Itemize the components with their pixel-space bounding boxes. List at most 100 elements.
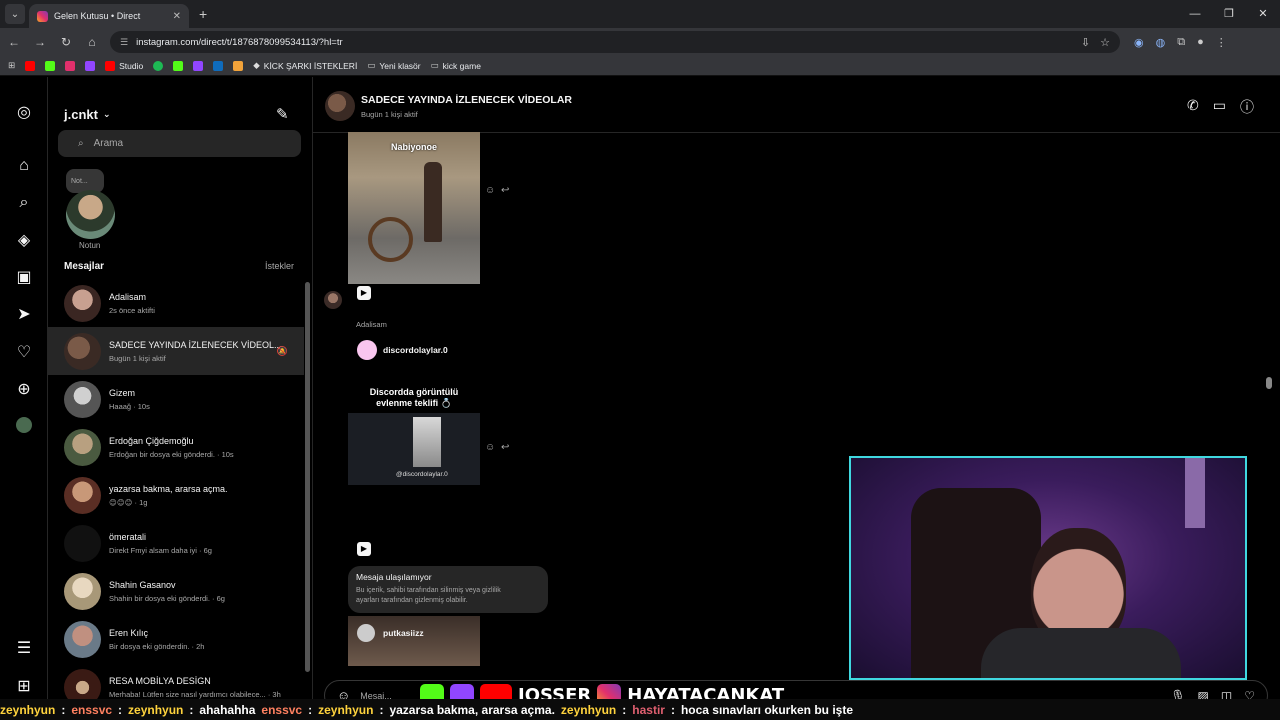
kick-bookmark-icon-2[interactable] (173, 60, 184, 71)
instagram-logo-icon[interactable]: ◎ (14, 103, 34, 123)
messages-icon[interactable]: ➤ (14, 305, 34, 325)
reply-icon[interactable]: ↩ (501, 185, 509, 196)
close-window-button[interactable]: ✕ (1246, 0, 1280, 28)
home-icon[interactable]: ⌂ (80, 35, 104, 49)
bookmark-studio[interactable]: Studio (105, 60, 143, 71)
my-note-avatar[interactable] (66, 190, 115, 239)
profile-avatar-icon[interactable] (16, 417, 32, 433)
chat-scrollbar[interactable] (1266, 377, 1272, 389)
also-from-meta-icon[interactable]: ⊞ (14, 677, 34, 697)
shared-reel-media[interactable]: Nabiyonoe (348, 132, 480, 284)
search-placeholder: Arama (93, 138, 124, 149)
new-tab-button[interactable]: + (199, 6, 207, 22)
thread-item[interactable]: Eren Kılıç Bir dosya eki gönderdin. · 2h (48, 615, 304, 663)
stream-chat-ticker: zeynhyun: enssvc: zeynhyun: ahahahha ens… (0, 699, 1280, 720)
thread-item[interactable]: Gizem Haaağ · 10s (48, 375, 304, 423)
forward-icon[interactable]: → (28, 35, 52, 49)
browser-tab[interactable]: Gelen Kutusu • Direct ✕ (29, 4, 189, 28)
spotify-bookmark-icon[interactable] (153, 60, 164, 71)
audio-call-icon[interactable]: ✆ (1187, 97, 1199, 117)
ticker-message: ahahahha (199, 702, 256, 717)
thread-name: Shahin Gasanov (109, 579, 176, 590)
extension-icon[interactable]: ◍ (1156, 36, 1166, 49)
chat-header: SADECE YAYINDA İZLENECEK VİDEOLAR Bugün … (313, 77, 1280, 133)
username: j.cnkt (64, 107, 98, 122)
profile-icon[interactable]: ● (1197, 36, 1204, 49)
muted-bell-icon: 🔕 (276, 345, 288, 356)
thread-subtitle: Bir dosya eki gönderdin. · 2h (109, 641, 205, 651)
apps-grid-icon[interactable]: ⊞ (8, 60, 15, 71)
reels-icon[interactable]: ▣ (14, 268, 34, 288)
group-avatar[interactable] (325, 91, 355, 121)
install-app-icon[interactable]: ⇩ (1081, 36, 1090, 49)
shared-account-avatar[interactable] (357, 340, 377, 360)
thread-item[interactable]: Adalisam 2s önce aktifti (48, 279, 304, 327)
react-emoji-icon[interactable]: ☺ (485, 442, 495, 453)
reload-icon[interactable]: ↻ (54, 35, 78, 49)
maximize-button[interactable]: ❐ (1212, 0, 1246, 28)
background-light (1185, 458, 1205, 528)
conversation-info-icon[interactable]: ⓘ (1240, 97, 1254, 117)
close-tab-icon[interactable]: ✕ (173, 11, 181, 22)
react-emoji-icon[interactable]: ☺ (485, 185, 495, 196)
menu-icon[interactable]: ⋮ (1216, 36, 1227, 49)
more-menu-icon[interactable]: ☰ (14, 639, 34, 659)
url-bar[interactable]: ☰ instagram.com/direct/t/187687809953411… (110, 31, 1120, 53)
bookmark-star-icon[interactable]: ☆ (1100, 36, 1110, 49)
shared-post-media[interactable]: putkasiizz (348, 616, 480, 666)
thread-subtitle: Haaağ · 10s (109, 401, 150, 411)
thread-item[interactable]: yazarsa bakma, ararsa açma. 😊😊😊 · 1g (48, 471, 304, 519)
bookmark-yeni-klasor[interactable]: ▭ Yeni klasör (367, 60, 420, 71)
requests-link[interactable]: İstekler (265, 261, 294, 271)
reel-thumbnail-figure (424, 162, 442, 242)
thread-item[interactable]: Erdoğan Çiğdemoğlu Erdoğan bir dosya eki … (48, 423, 304, 471)
minimize-button[interactable]: — (1178, 0, 1212, 28)
instagram-bookmark-icon[interactable] (65, 60, 76, 71)
bookmarks-bar: ⊞ Studio ◆ KİCK ŞARKI İSTEKLERİ ▭ Yeni kla… (0, 56, 1280, 76)
account-switcher[interactable]: j.cnkt ⌄ (64, 107, 111, 122)
reply-icon[interactable]: ↩ (501, 442, 509, 453)
thread-subtitle: Direkt Fmyi alsam daha iyi · 6g (109, 545, 212, 555)
twitch-bookmark-icon[interactable] (85, 60, 96, 71)
tab-search-button[interactable]: ⌄ (5, 4, 25, 24)
inbox-scrollbar[interactable] (305, 282, 310, 672)
thread-name: Erdoğan Çiğdemoğlu (109, 435, 194, 446)
shared-account-name[interactable]: discordolaylar.0 (383, 345, 448, 355)
twitch-bookmark-icon-2[interactable] (193, 60, 204, 71)
video-call-icon[interactable]: ▭ (1213, 97, 1226, 117)
ticker-message: yazarsa bakma, ararsa açma. (389, 702, 555, 717)
ticker-username: hastir (632, 702, 665, 717)
avatar (64, 524, 101, 562)
notifications-heart-icon[interactable]: ♡ (14, 343, 34, 363)
thread-item[interactable]: ömeratali Direkt Fmyi alsam daha iyi · 6g (48, 519, 304, 567)
thread-name: Gizem (109, 387, 136, 398)
chat-title[interactable]: SADECE YAYINDA İZLENECEK VİDEOLAR (361, 94, 572, 106)
new-message-icon[interactable]: ✎ (276, 105, 289, 123)
thread-subtitle: 😊😊😊 · 1g (109, 497, 148, 507)
messages-heading: Mesajlar (64, 261, 105, 272)
bookmark-kick-game[interactable]: ▭ kick game (431, 60, 481, 71)
kick-bookmark-icon[interactable] (45, 60, 56, 71)
post-watermark: @discordolaylar.0 (396, 471, 448, 478)
create-icon[interactable]: ⊕ (14, 380, 34, 400)
home-icon[interactable]: ⌂ (14, 156, 34, 176)
reel-thumbnail-wheel (368, 217, 413, 262)
extension-icon[interactable]: ◉ (1134, 36, 1144, 49)
sender-avatar[interactable] (324, 291, 342, 309)
site-info-icon[interactable]: ☰ (120, 37, 128, 48)
search-icon[interactable]: ⌕ (14, 193, 34, 213)
thread-item[interactable]: Shahin Gasanov Shahin bir dosya eki gönde… (48, 567, 304, 615)
shared-post-media[interactable]: Discordda görüntülü evlenme teklifi 💍 @di… (348, 381, 480, 485)
note-bubble[interactable]: Not... (66, 169, 104, 193)
explore-icon[interactable]: ◈ (14, 231, 34, 251)
thread-item-active[interactable]: SADECE YAYINDA İZLENECEK VİDEOL... Bugün … (48, 327, 304, 375)
outlook-bookmark-icon[interactable] (213, 60, 224, 71)
misc-bookmark-icon[interactable] (233, 60, 244, 71)
thread-subtitle: Erdoğan bir dosya eki gönderdi. · 10s (109, 449, 234, 459)
instagram-favicon-icon (37, 10, 48, 22)
extensions-puzzle-icon[interactable]: ⧉ (1177, 36, 1185, 49)
youtube-bookmark-icon[interactable] (25, 60, 36, 71)
back-icon[interactable]: ← (2, 35, 26, 49)
search-input[interactable]: ⌕ Arama (58, 130, 301, 157)
bookmark-kick-sarki[interactable]: ◆ KİCK ŞARKI İSTEKLERİ (253, 60, 357, 71)
